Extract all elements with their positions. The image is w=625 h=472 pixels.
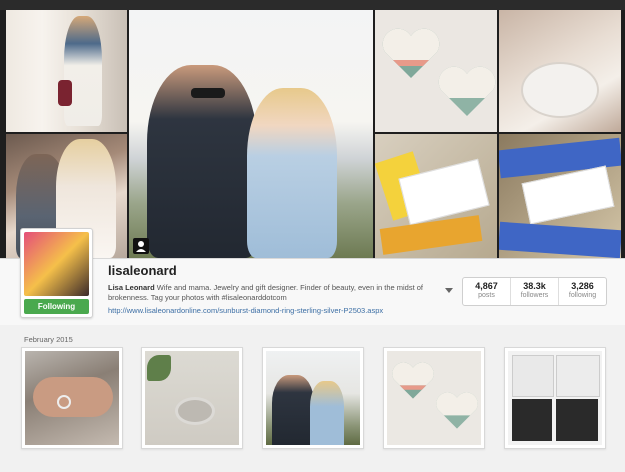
feed-photo-1[interactable]	[21, 347, 123, 449]
header-photo-7[interactable]	[499, 134, 621, 258]
chevron-down-icon[interactable]	[445, 288, 453, 293]
feed-photo-3[interactable]	[262, 347, 364, 449]
couple-photo-image	[266, 351, 360, 445]
stats-box: 4,867 posts 38.3k followers 3,286 follow…	[462, 277, 607, 306]
feed-photo-2[interactable]	[141, 347, 243, 449]
print-collage-image	[508, 351, 602, 445]
silver-ring-image	[145, 351, 239, 445]
bio: Lisa Leonard Wife and mama. Jewelry and …	[108, 283, 438, 303]
heart-dish-1	[382, 28, 440, 78]
dish	[521, 62, 599, 118]
person-tag-icon[interactable]	[133, 238, 149, 254]
heart-dish-2	[438, 66, 496, 116]
stat-value: 4,867	[475, 281, 498, 291]
stat-value: 38.3k	[523, 281, 546, 291]
header-photo-grid	[0, 10, 625, 258]
sunglasses	[191, 88, 225, 98]
header-photo-4[interactable]	[375, 10, 497, 132]
avatar[interactable]	[24, 232, 89, 296]
bio-name: Lisa Leonard	[108, 283, 155, 292]
stat-label: followers	[520, 292, 549, 299]
stat-value: 3,286	[571, 281, 594, 291]
heart-dishes-image	[387, 351, 481, 445]
stat-followers[interactable]: 38.3k followers	[511, 278, 559, 305]
feed-photo-4[interactable]	[383, 347, 485, 449]
month-heading: February 2015	[24, 335, 73, 344]
header-photo-6[interactable]	[375, 134, 497, 258]
header-photo-5[interactable]	[499, 10, 621, 132]
top-bar	[0, 0, 625, 10]
username: lisaleonard	[108, 263, 177, 278]
stat-label: following	[568, 292, 597, 299]
avatar-card: Following	[20, 228, 93, 318]
stat-following[interactable]: 3,286 following	[559, 278, 606, 305]
website-link[interactable]: http://www.lisaleonardonline.com/sunburs…	[108, 306, 383, 315]
following-button[interactable]: Following	[24, 299, 89, 314]
feed-photo-5[interactable]	[504, 347, 606, 449]
header-photo-3[interactable]	[129, 10, 373, 258]
stat-posts[interactable]: 4,867 posts	[463, 278, 511, 305]
bio-text: Wife and mama. Jewelry and gift designer…	[108, 283, 424, 302]
stat-label: posts	[478, 292, 495, 299]
header-photo-1[interactable]	[6, 10, 127, 132]
ring-on-hand-image	[25, 351, 119, 445]
